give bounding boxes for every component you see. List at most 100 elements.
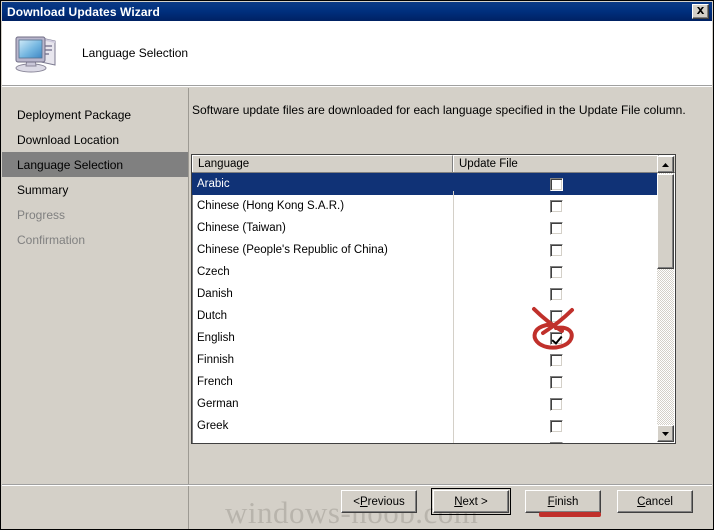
chinese-taiwan-checkbox[interactable] [549,221,563,235]
french-checkbox[interactable] [549,375,563,389]
cell-update-file [453,309,659,323]
cell-update-file [453,441,659,443]
sidebar-item-label: Language Selection [17,157,124,172]
cell-update-file [453,375,659,389]
german-checkbox[interactable] [549,397,563,411]
czech-checkbox[interactable] [549,265,563,279]
danish-checkbox[interactable] [549,287,563,301]
chinese-prc-checkbox[interactable] [549,243,563,257]
dutch-checkbox[interactable] [549,309,563,323]
page-title: Language Selection [82,46,189,60]
cell-language: Danish [197,288,233,300]
greek-checkbox[interactable] [549,419,563,433]
main-panel: Software update files are downloaded for… [190,88,712,529]
table-row[interactable]: Greek [192,415,659,437]
english-checkbox[interactable] [549,331,563,345]
btn-accesskey: C [637,495,646,508]
column-separator [453,191,454,443]
sidebar-item-language-selection[interactable]: Language Selection [2,152,188,177]
cell-language: French [197,376,233,388]
close-button[interactable] [692,4,709,19]
chinese-hong-kong-checkbox[interactable] [549,199,563,213]
next-language-checkbox[interactable] [549,441,563,443]
computer-icon [14,31,60,75]
cell-language: Dutch [197,310,228,322]
sidebar-item-confirmation: Confirmation [2,227,188,252]
table-row-partial[interactable] [192,437,659,443]
cell-language: Chinese (Hong Kong S.A.R.) [197,200,345,212]
cell-update-file [453,331,659,345]
cell-update-file [453,287,659,301]
wizard-step-list: Deployment Package Download Location Lan… [2,88,189,529]
scroll-thumb[interactable] [657,174,674,269]
btn-post: ancel [645,495,673,508]
window-title: Download Updates Wizard [7,4,160,19]
close-icon [696,7,705,14]
btn-accesskey: P [359,495,368,508]
sidebar-item-label: Deployment Package [17,107,132,122]
table-row[interactable]: Arabic [192,173,659,195]
cell-update-file [453,419,659,433]
triangle-down-icon [662,431,669,436]
btn-accesskey: N [454,495,463,508]
cell-update-file [453,265,659,279]
triangle-up-icon [662,162,669,167]
sidebar-item-progress: Progress [2,202,188,227]
title-bar: Download Updates Wizard [2,2,712,21]
table-header-row: Language Update File [192,155,675,173]
footer-divider [2,484,712,486]
next-button[interactable]: Next > [431,488,511,515]
sidebar-item-summary[interactable]: Summary [2,177,188,202]
cell-update-file [453,353,659,367]
sidebar-item-deployment-package[interactable]: Deployment Package [2,102,188,127]
language-table: Language Update File Arabic Chinese (Hon… [191,154,676,444]
table-body: Arabic Chinese (Hong Kong S.A.R.) Chines… [192,173,659,443]
btn-post: ext > [462,495,488,508]
table-row[interactable]: Chinese (People's Republic of China) [192,239,659,261]
column-header-language[interactable]: Language [192,155,453,172]
description-text: Software update files are downloaded for… [192,103,686,117]
cell-update-file [453,199,659,213]
cell-language: German [197,398,239,410]
cell-update-file [453,177,659,191]
arabic-checkbox[interactable] [549,177,563,191]
cell-language: English [197,332,235,344]
table-row[interactable]: Finnish [192,349,659,371]
sidebar-item-label: Confirmation [17,232,86,247]
btn-accesskey: F [547,495,555,508]
btn-pre: < [353,495,360,508]
cell-update-file [453,221,659,235]
table-row[interactable]: French [192,371,659,393]
finnish-checkbox[interactable] [549,353,563,367]
cell-update-file [453,397,659,411]
table-row[interactable]: Chinese (Hong Kong S.A.R.) [192,195,659,217]
previous-button[interactable]: < Previous [341,490,417,513]
column-header-update-file[interactable]: Update File [453,155,659,172]
table-row[interactable]: English [192,327,659,349]
header-divider [2,85,712,87]
table-row[interactable]: Dutch [192,305,659,327]
button-bar: < Previous Next > Finish Cancel [341,488,709,515]
cell-update-file [453,243,659,257]
table-row[interactable]: Danish [192,283,659,305]
cell-language: Chinese (Taiwan) [197,222,286,234]
table-row[interactable]: Chinese (Taiwan) [192,217,659,239]
cancel-button[interactable]: Cancel [617,490,693,513]
table-row[interactable]: German [192,393,659,415]
cell-language: Finnish [197,354,235,366]
cell-language: Arabic [197,178,230,190]
sidebar-item-label: Summary [17,182,69,197]
scroll-down-button[interactable] [657,425,674,442]
cell-language: Greek [197,420,229,432]
vertical-scrollbar[interactable] [657,156,674,442]
finish-button[interactable]: Finish [525,490,601,513]
table-row[interactable]: Czech [192,261,659,283]
scroll-up-button[interactable] [657,156,674,173]
sidebar-item-label: Progress [17,207,66,222]
wizard-header: Language Selection [2,21,712,85]
btn-post: revious [367,495,405,508]
cell-language: Czech [197,266,230,278]
sidebar-item-download-location[interactable]: Download Location [2,127,188,152]
download-updates-wizard-window: Download Updates Wizard Language Selecti… [0,0,714,530]
btn-post: inish [554,495,579,508]
